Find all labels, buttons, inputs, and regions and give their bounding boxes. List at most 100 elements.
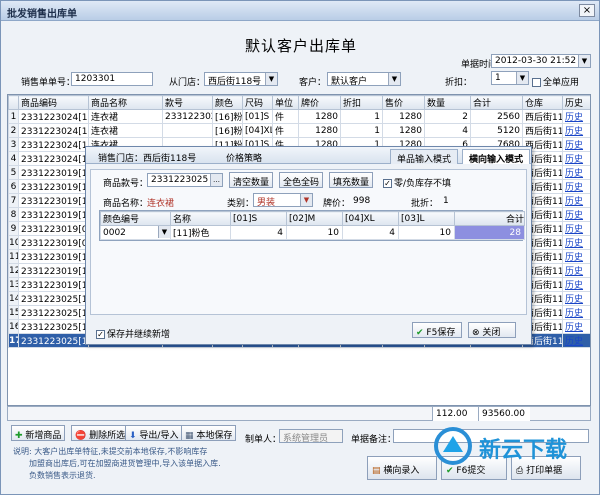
column-header[interactable]: 商品名称	[88, 95, 163, 110]
column-header[interactable]	[8, 95, 19, 110]
column-header[interactable]: 尺码	[242, 95, 273, 110]
add-item-button[interactable]: ✚ 新增商品	[11, 425, 66, 441]
delete-selected-button[interactable]: ⛔ 删除所选	[71, 425, 130, 441]
order-number-field[interactable]: 1203301	[71, 72, 153, 86]
table-cell: 2331223024[16]粉色	[18, 109, 89, 124]
history-link[interactable]: 历史	[562, 305, 590, 320]
discount-label: 折扣：	[445, 78, 473, 88]
table-cell: 2331223019[11]粉色	[18, 249, 89, 264]
clear-quantity-button[interactable]: 清空数量	[229, 172, 274, 188]
table-cell: 2331223025[11]粉色	[18, 319, 89, 334]
history-link[interactable]: 历史	[562, 249, 590, 264]
table-cell: 2331223019[11]粉色	[18, 277, 89, 292]
apply-all-toggle[interactable]: 全单应用	[532, 75, 579, 88]
history-link[interactable]: 历史	[562, 137, 590, 152]
column-header[interactable]: 商品编码	[18, 95, 89, 110]
table-cell: 件	[272, 109, 299, 124]
row-number: 8	[8, 207, 19, 222]
chevron-down-icon[interactable]: ▼	[578, 55, 590, 67]
column-header[interactable]: 单位	[272, 95, 299, 110]
customer-select[interactable]: 默认客户 ▼	[327, 72, 401, 86]
save-continue-toggle[interactable]: ✓ 保存并继续新增	[96, 327, 170, 340]
close-icon[interactable]: ×	[579, 4, 595, 17]
history-link[interactable]: 历史	[562, 193, 590, 208]
history-link[interactable]: 历史	[562, 221, 590, 236]
checkbox-icon[interactable]: ✓	[96, 330, 105, 339]
history-link[interactable]: 历史	[562, 207, 590, 222]
date-field[interactable]: 2012-03-30 21:52 ▼	[491, 54, 591, 68]
size-column-header: [02]M	[286, 211, 343, 226]
discount-select[interactable]: 1 ▼	[491, 71, 529, 85]
history-link[interactable]: 历史	[562, 151, 590, 166]
history-link[interactable]: 历史	[562, 179, 590, 194]
row-number: 7	[8, 193, 19, 208]
column-header[interactable]: 售价	[382, 95, 425, 110]
column-header[interactable]: 牌价	[298, 95, 341, 110]
row-number: 9	[8, 221, 19, 236]
table-cell: 2331223019[11]粉色	[18, 207, 89, 222]
zero-stock-toggle[interactable]: ✓ 零/负库存不填	[383, 176, 451, 189]
price-strategy-label[interactable]: 价格策略	[226, 151, 262, 164]
fill-quantity-button[interactable]: 填充数量	[329, 172, 374, 188]
notes-line-1: 说明: 大客户出库单特征,未提交前本地保存,不影响库存	[13, 447, 208, 456]
chevron-down-icon[interactable]: ▼	[516, 72, 528, 84]
chevron-down-icon[interactable]: ▼	[265, 73, 277, 85]
size-qty-cell[interactable]: [11]粉色	[170, 225, 231, 240]
history-link[interactable]: 历史	[562, 109, 590, 124]
history-link[interactable]: 历史	[562, 333, 590, 348]
row-number: 5	[8, 165, 19, 180]
color-code-cell[interactable]: 0002 ▼	[100, 225, 171, 240]
row-number: 16	[8, 319, 19, 334]
dialog-close-button[interactable]: ⊗ 关闭	[468, 322, 516, 338]
column-header[interactable]: 合计	[470, 95, 523, 110]
dialog-body: 商品款号： 2331223025… 清空数量 全色全码 填充数量 ✓ 零/负库存不…	[90, 169, 527, 315]
tab-single-input[interactable]: 单品输入模式	[390, 149, 459, 165]
import-export-button[interactable]: ⬇ 导出/导入	[125, 425, 183, 441]
checkbox-icon[interactable]	[532, 78, 541, 87]
product-code-input[interactable]: 2331223025…	[147, 173, 223, 187]
column-header[interactable]: 历史	[562, 95, 590, 110]
chevron-down-icon[interactable]: ▼	[388, 73, 400, 85]
history-link[interactable]: 历史	[562, 165, 590, 180]
table-cell: 2331223019[11]粉色	[18, 193, 89, 208]
column-header[interactable]: 颜色	[212, 95, 243, 110]
horizontal-input-button[interactable]: ▤ 横向录入	[367, 456, 437, 480]
history-link[interactable]: 历史	[562, 291, 590, 306]
column-header[interactable]: 款号	[162, 95, 213, 110]
table-cell: 西后街118号	[522, 123, 563, 138]
window-title: 批发销售出库单	[7, 9, 77, 20]
column-header[interactable]: 数量	[424, 95, 471, 110]
history-link[interactable]: 历史	[562, 277, 590, 292]
save-button[interactable]: ✔ F5保存	[412, 322, 462, 338]
dialog-store-label: 销售门店：西后街118号	[98, 154, 197, 164]
history-link[interactable]: 历史	[562, 123, 590, 138]
row-number: 4	[8, 151, 19, 166]
watermark-logo-icon	[434, 427, 472, 465]
table-cell: 1280	[382, 109, 425, 124]
column-header[interactable]: 折扣	[340, 95, 383, 110]
history-link[interactable]: 历史	[562, 235, 590, 250]
history-link[interactable]: 历史	[562, 263, 590, 278]
table-row[interactable]: 12331223024[16]粉色连衣裙2331223024[16]粉色[01]…	[8, 109, 590, 124]
category-select[interactable]: 男装 ▼	[253, 193, 313, 207]
tab-horizontal-input[interactable]: 横向输入模式	[462, 149, 531, 165]
ellipsis-icon[interactable]: …	[210, 174, 222, 186]
table-cell: 2	[424, 109, 471, 124]
history-link[interactable]: 历史	[562, 319, 590, 334]
size-qty-cell[interactable]: 10	[398, 225, 455, 240]
store-select[interactable]: 西后街118号 ▼	[204, 72, 278, 86]
size-qty-cell[interactable]: 4	[230, 225, 287, 240]
table-cell: 2331223019[02]米色	[18, 221, 89, 236]
checkbox-icon[interactable]: ✓	[383, 179, 392, 188]
arrow-down-icon: ⬇	[129, 431, 137, 441]
local-save-button[interactable]: ▦ 本地保存	[181, 425, 237, 441]
chevron-down-icon[interactable]: ▼	[300, 194, 312, 206]
size-qty-cell[interactable]: 10	[286, 225, 343, 240]
chevron-down-icon[interactable]: ▼	[158, 226, 170, 238]
size-qty-cell[interactable]: 4	[342, 225, 399, 240]
summary-row: 112.00 93560.00	[7, 406, 591, 421]
column-header[interactable]: 仓库	[522, 95, 563, 110]
select-all-button[interactable]: 全色全码	[279, 172, 324, 188]
table-row[interactable]: 22331223024[16]粉色连衣裙[16]粉色[04]XL件1280112…	[8, 123, 590, 138]
table-cell: [16]粉色	[212, 123, 243, 138]
